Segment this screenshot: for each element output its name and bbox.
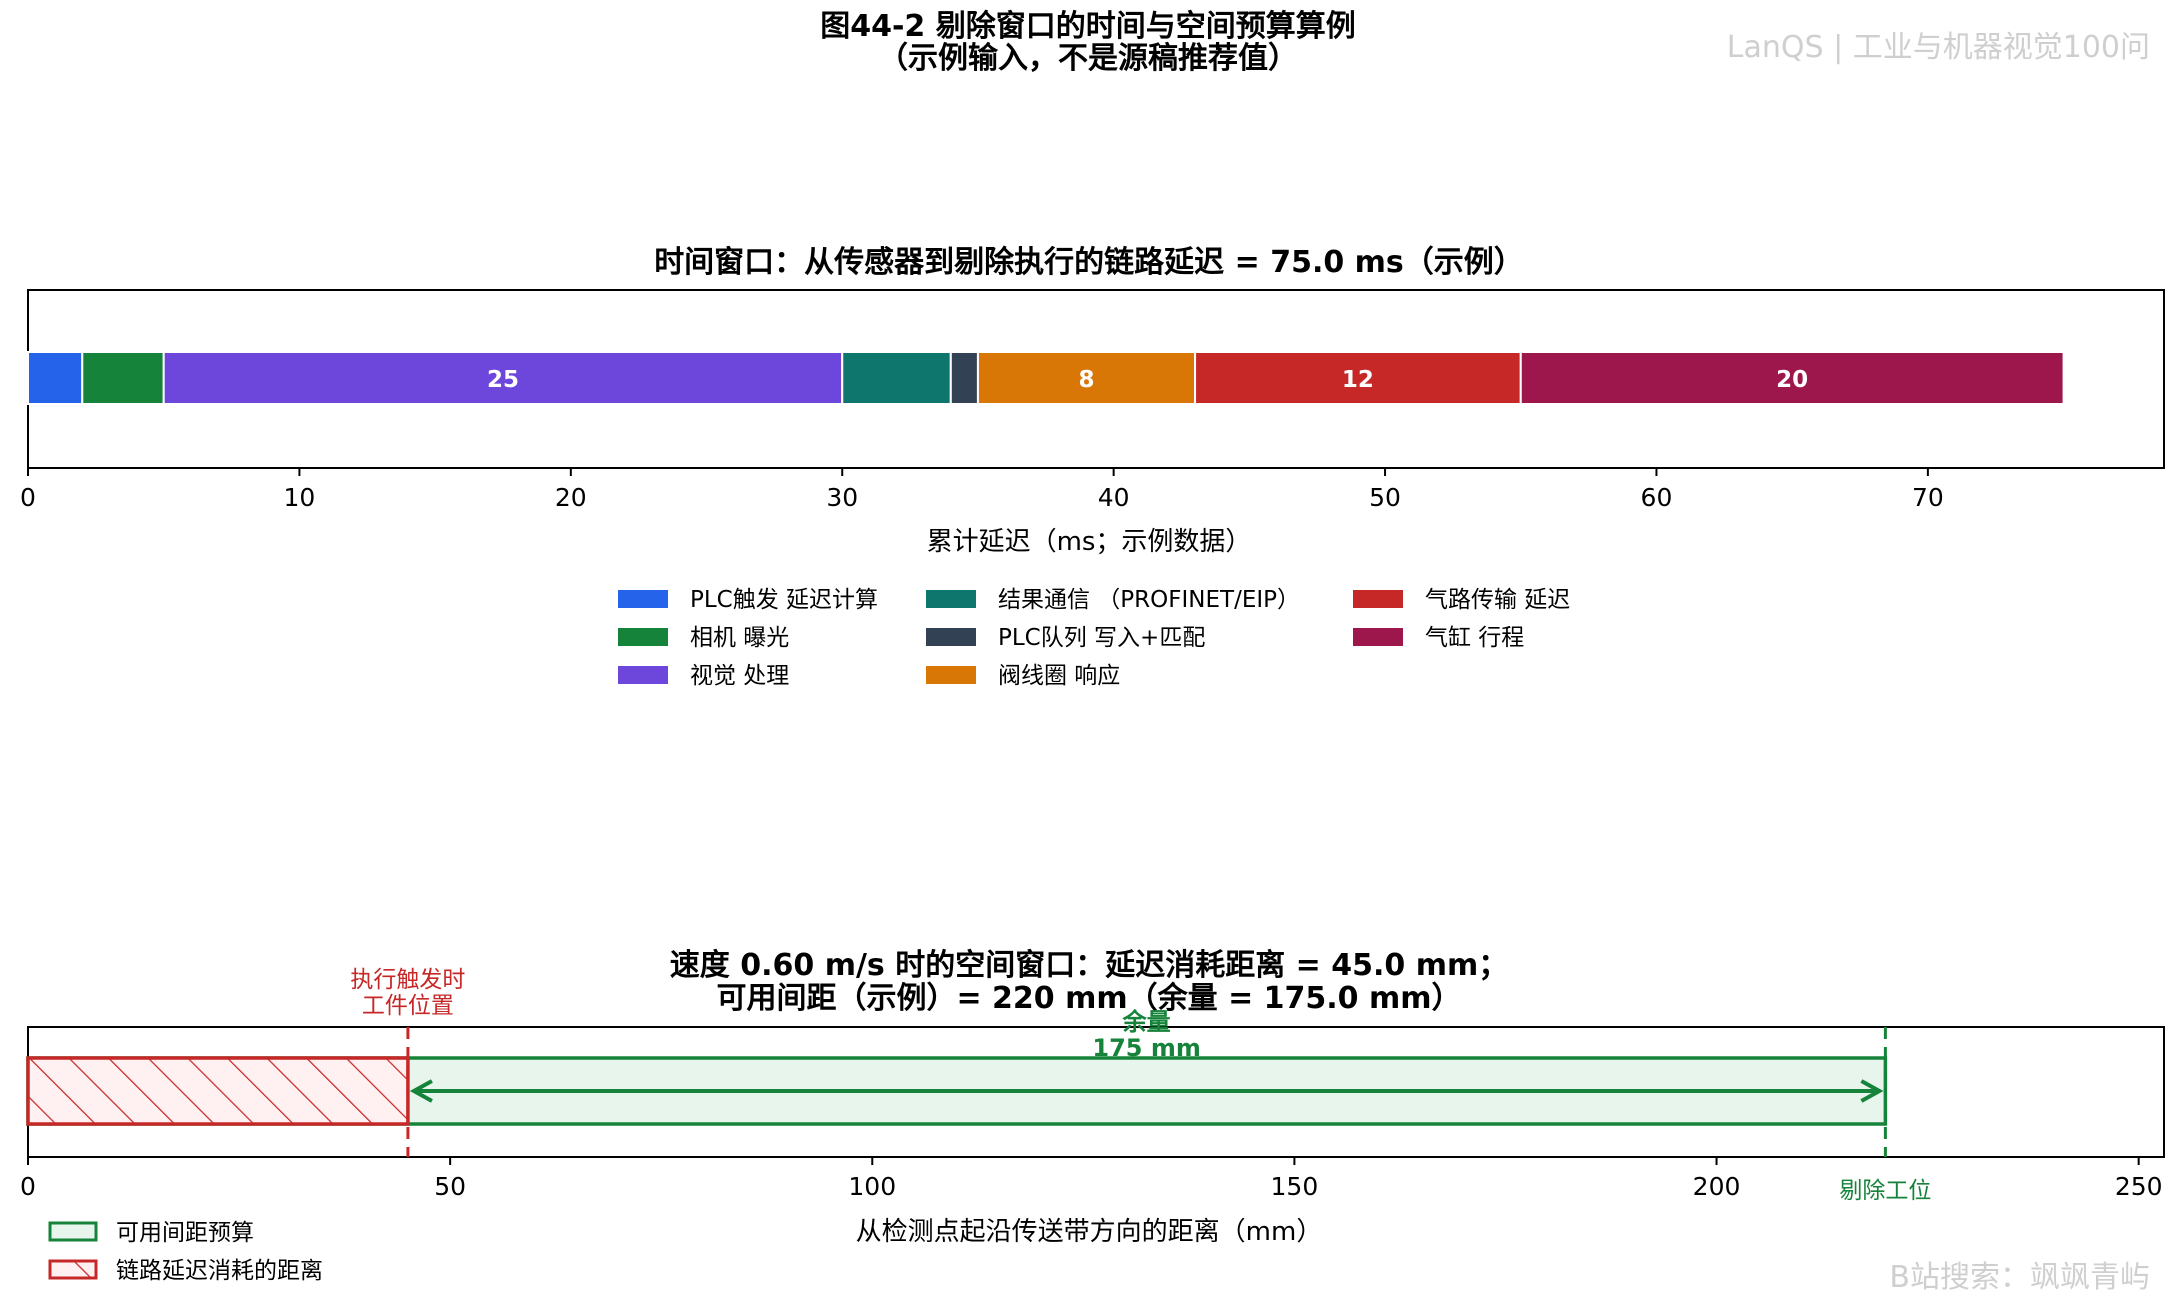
time-segment-1: [81, 351, 165, 405]
time-segment-4: [949, 351, 979, 405]
legend-label-budget: 可用间距预算: [116, 1220, 254, 1246]
space-window-chart: 速度 0.60 m/s 时的空间窗口：延迟消耗距离 = 45.0 mm； 可用间…: [20, 948, 2165, 1284]
space-chart-title-line1: 速度 0.60 m/s 时的空间窗口：延迟消耗距离 = 45.0 mm；: [670, 948, 1508, 983]
reject-station-label: 剔除工位: [1839, 1178, 1931, 1204]
time-segment-3: [841, 351, 952, 405]
time-tick-label: 30: [826, 483, 858, 512]
time-segment-label-2: 25: [487, 367, 519, 393]
time-bars: 25 8 12 20: [27, 351, 2065, 405]
legend-swatch-7: [1353, 628, 1403, 646]
time-tick-label: 50: [1369, 483, 1401, 512]
space-tick-label: 50: [434, 1172, 466, 1201]
space-tick-label: 0: [20, 1172, 36, 1201]
delay-consumed-span: [26, 1056, 410, 1126]
time-xlabel: 累计延迟（ms；示例数据）: [927, 527, 1252, 557]
time-segment-label-5: 8: [1078, 367, 1094, 393]
margin-label-line1: 余量: [1122, 1008, 1171, 1036]
legend-swatch-3: [926, 590, 976, 608]
trigger-label-line2: 工件位置: [362, 993, 454, 1019]
legend-swatch-4: [926, 628, 976, 646]
time-tick-label: 40: [1098, 483, 1130, 512]
time-tick-label: 60: [1641, 483, 1673, 512]
legend-label-0: PLC触发 延迟计算: [690, 587, 878, 613]
space-chart-title-line2: 可用间距（示例）= 220 mm（余量 = 175.0 mm）: [716, 981, 1461, 1016]
legend-label-5: 阀线圈 响应: [998, 663, 1120, 689]
time-legend: PLC触发 延迟计算相机 曝光视觉 处理 结果通信 （PROFINET/EIP） P…: [618, 587, 1570, 689]
legend-label-3: 结果通信 （PROFINET/EIP）: [998, 587, 1300, 613]
time-tick-label: 20: [555, 483, 587, 512]
space-tick-label: 200: [1693, 1172, 1741, 1201]
margin-label-line2: 175 mm: [1092, 1034, 1200, 1062]
legend-label-4: PLC队列 写入+匹配: [998, 625, 1205, 651]
time-segment-label-6: 12: [1342, 367, 1374, 393]
legend-label-1: 相机 曝光: [690, 625, 789, 651]
legend-swatch-2: [618, 666, 668, 684]
time-tick-label: 0: [20, 483, 36, 512]
time-segment-label-7: 20: [1776, 367, 1808, 393]
legend-label-7: 气缸 行程: [1425, 625, 1524, 651]
legend-swatch-budget: [48, 1221, 98, 1242]
legend-swatch-5: [926, 666, 976, 684]
legend-label-6: 气路传输 延迟: [1425, 587, 1570, 613]
legend-label-delay: 链路延迟消耗的距离: [116, 1258, 323, 1284]
space-xlabel: 从检测点起沿传送带方向的距离（mm）: [856, 1217, 1323, 1247]
legend-swatch-delay: [48, 1259, 98, 1280]
time-segment-0: [27, 351, 84, 405]
time-tick-label: 70: [1912, 483, 1944, 512]
trigger-label-line1: 执行触发时: [350, 967, 465, 993]
time-window-chart: 时间窗口：从传感器到剔除执行的链路延迟 = 75.0 ms（示例） 25 8 12 2…: [20, 245, 2165, 689]
time-chart-title: 时间窗口：从传感器到剔除执行的链路延迟 = 75.0 ms（示例）: [654, 245, 1524, 280]
legend-swatch-1: [618, 628, 668, 646]
figure-canvas: 时间窗口：从传感器到剔除执行的链路延迟 = 75.0 ms（示例） 25 8 12 2…: [20, 245, 2165, 1284]
time-tick-label: 10: [284, 483, 316, 512]
time-axis-ticks: 0 10 20 30 40 50 60 70: [20, 468, 1944, 512]
space-tick-label: 250: [2115, 1172, 2163, 1201]
legend-swatch-6: [1353, 590, 1403, 608]
space-tick-label: 100: [848, 1172, 896, 1201]
space-tick-label: 150: [1271, 1172, 1319, 1201]
legend-label-2: 视觉 处理: [690, 663, 789, 689]
space-legend: 可用间距预算 链路延迟消耗的距离: [48, 1220, 323, 1284]
legend-swatch-0: [618, 590, 668, 608]
